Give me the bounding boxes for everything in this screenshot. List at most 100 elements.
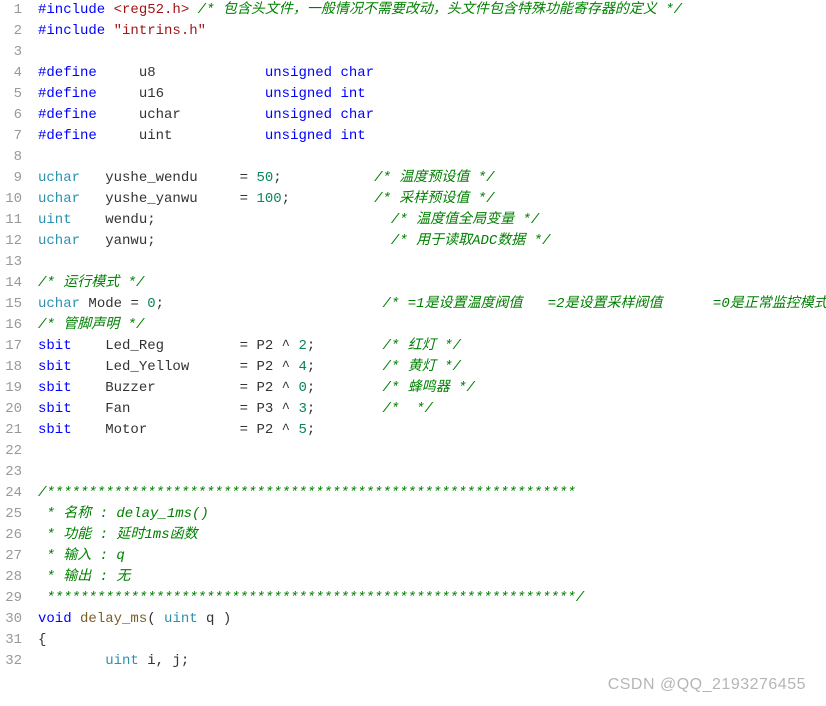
token-inc: <reg52.h> xyxy=(114,2,190,18)
token-punc: ; xyxy=(307,338,383,354)
token-id: yanwu; xyxy=(105,233,391,249)
line-number: 19 xyxy=(0,378,22,399)
token-num: 4 xyxy=(298,359,306,375)
token-punc: ; xyxy=(307,422,315,438)
code-line xyxy=(38,441,826,462)
line-number: 21 xyxy=(0,420,22,441)
line-number: 31 xyxy=(0,630,22,651)
code-line: #include "intrins.h" xyxy=(38,21,826,42)
token-punc: = P2 ^ xyxy=(240,359,299,375)
token-punc: ; xyxy=(307,401,383,417)
token-type: uchar xyxy=(38,191,105,207)
token-cmt: * 名称 : delay_1ms() xyxy=(38,506,209,522)
token-cmt: /* 红灯 */ xyxy=(382,338,460,354)
token-punc: = P2 ^ xyxy=(240,380,299,396)
code-editor: 1234567891011121314151617181920212223242… xyxy=(0,0,826,672)
token-cmt: /* =1是设置温度阀值 =2是设置采样阀值 =0是正常监控模式 */ xyxy=(383,296,826,312)
code-line: #include <reg52.h> /* 包含头文件，一般情况不需要改动，头文… xyxy=(38,0,826,21)
line-number: 30 xyxy=(0,609,22,630)
token-kw: sbit xyxy=(38,401,105,417)
code-line: sbit Buzzer = P2 ^ 0; /* 蜂鸣器 */ xyxy=(38,378,826,399)
token-cmt: /* 黄灯 */ xyxy=(382,359,460,375)
token-cmt: * 功能 : 延时1ms函数 xyxy=(38,527,198,543)
code-line: { xyxy=(38,630,826,651)
token-kw: void xyxy=(38,611,80,627)
line-number: 22 xyxy=(0,441,22,462)
watermark: CSDN @QQ_2193276455 xyxy=(608,676,806,694)
token-id: u16 xyxy=(139,86,265,102)
line-number: 3 xyxy=(0,42,22,63)
token-pre: #include xyxy=(38,2,114,18)
code-line xyxy=(38,462,826,483)
token-type: uint xyxy=(105,653,139,669)
token-punc: = xyxy=(240,170,257,186)
token-pre: #include xyxy=(38,23,114,39)
token-punc: ( xyxy=(147,611,164,627)
code-area: #include <reg52.h> /* 包含头文件，一般情况不需要改动，头文… xyxy=(30,0,826,672)
line-number: 28 xyxy=(0,567,22,588)
token-kw: unsigned char xyxy=(265,65,374,81)
line-number: 1 xyxy=(0,0,22,21)
token-kw: sbit xyxy=(38,422,105,438)
token-num: 2 xyxy=(298,338,306,354)
line-number: 10 xyxy=(0,189,22,210)
line-number: 2 xyxy=(0,21,22,42)
token-pre: #define xyxy=(38,107,139,123)
line-number: 20 xyxy=(0,399,22,420)
token-id: uchar xyxy=(139,107,265,123)
line-number: 5 xyxy=(0,84,22,105)
code-line xyxy=(38,42,826,63)
token-id: uint xyxy=(139,128,265,144)
token-num: 0 xyxy=(147,296,155,312)
code-line: sbit Led_Yellow = P2 ^ 4; /* 黄灯 */ xyxy=(38,357,826,378)
token-punc: = P2 ^ xyxy=(240,422,299,438)
code-line: /***************************************… xyxy=(38,483,826,504)
token-punc: ; xyxy=(156,296,383,312)
line-number: 7 xyxy=(0,126,22,147)
line-number: 24 xyxy=(0,483,22,504)
token-punc: ; xyxy=(282,191,374,207)
token-id xyxy=(38,653,105,669)
token-cmt: * 输出 : 无 xyxy=(38,569,130,585)
token-id: yushe_wendu xyxy=(105,170,239,186)
token-punc: = xyxy=(130,296,147,312)
token-type: uchar xyxy=(38,170,105,186)
line-number: 15 xyxy=(0,294,22,315)
token-cmt: /* 运行模式 */ xyxy=(38,275,144,291)
code-line xyxy=(38,252,826,273)
token-punc: ; xyxy=(307,359,383,375)
line-number: 4 xyxy=(0,63,22,84)
token-cmt: /* 温度值全局变量 */ xyxy=(391,212,539,228)
code-line: #define u16 unsigned int xyxy=(38,84,826,105)
line-number: 23 xyxy=(0,462,22,483)
token-id: Buzzer xyxy=(105,380,239,396)
code-line xyxy=(38,147,826,168)
line-number: 13 xyxy=(0,252,22,273)
token-punc: { xyxy=(38,632,46,648)
code-line: ****************************************… xyxy=(38,588,826,609)
token-punc: = xyxy=(240,191,257,207)
line-number: 17 xyxy=(0,336,22,357)
line-number: 27 xyxy=(0,546,22,567)
code-line: #define uint unsigned int xyxy=(38,126,826,147)
code-line: /* 运行模式 */ xyxy=(38,273,826,294)
code-line: sbit Led_Reg = P2 ^ 2; /* 红灯 */ xyxy=(38,336,826,357)
code-line: #define u8 unsigned char xyxy=(38,63,826,84)
line-number: 11 xyxy=(0,210,22,231)
token-id: wendu; xyxy=(105,212,391,228)
line-number: 26 xyxy=(0,525,22,546)
token-type: uint xyxy=(164,611,198,627)
code-line: * 名称 : delay_1ms() xyxy=(38,504,826,525)
token-id: u8 xyxy=(139,65,265,81)
token-inc: "intrins.h" xyxy=(114,23,206,39)
token-cmt: /* 管脚声明 */ xyxy=(38,317,144,333)
token-id: Led_Reg xyxy=(105,338,239,354)
token-id: i, j; xyxy=(139,653,189,669)
token-num: 50 xyxy=(256,170,273,186)
token-pre: #define xyxy=(38,86,139,102)
token-kw: sbit xyxy=(38,380,105,396)
token-kw: unsigned int xyxy=(265,86,366,102)
code-line: * 功能 : 延时1ms函数 xyxy=(38,525,826,546)
code-line: sbit Fan = P3 ^ 3; /* */ xyxy=(38,399,826,420)
code-line: uint wendu; /* 温度值全局变量 */ xyxy=(38,210,826,231)
